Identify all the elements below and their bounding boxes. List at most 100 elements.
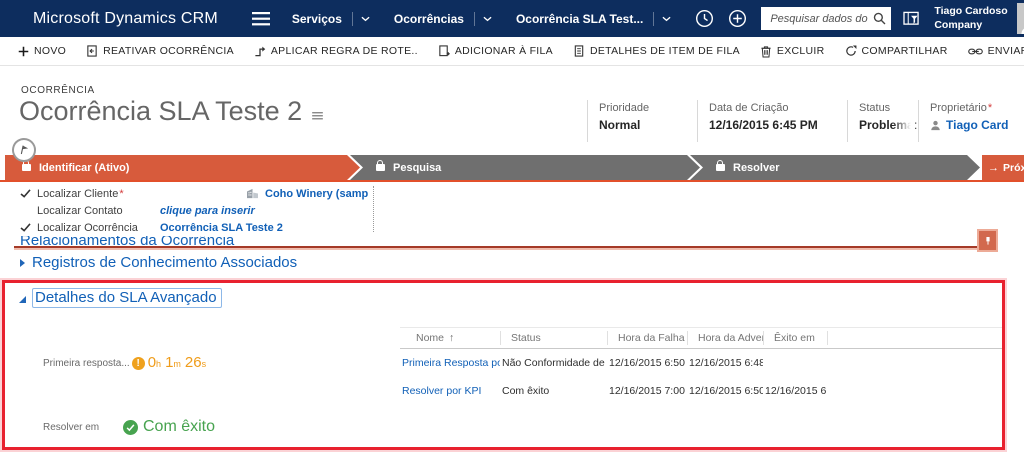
lock-icon — [376, 164, 385, 171]
header-summary-fields: Prioridade Normal Data de Criação 12/16/… — [587, 100, 1024, 142]
grid-row-primeira-resposta[interactable]: Primeira Resposta por KPI Não Conformida… — [400, 349, 1002, 377]
brand-logo[interactable]: Microsoft Dynamics CRM — [33, 10, 218, 28]
field-label: Data de Criação — [709, 102, 789, 114]
field-value[interactable]: Normal — [599, 118, 697, 132]
bpf-stage-pesquisa[interactable]: Pesquisa — [350, 155, 700, 180]
field-value[interactable]: 12/16/2015 6:45 PM — [709, 118, 847, 132]
kpi-link[interactable]: Primeira Resposta por KPI — [400, 357, 500, 369]
record-set-navigator-icon[interactable] — [312, 111, 324, 120]
cmd-reativar-ocorrencia[interactable]: REATIVAR OCORRÊNCIA — [86, 45, 234, 57]
user-menu[interactable]: Tiago Cardoso Company — [934, 5, 1007, 32]
field-value[interactable]: Problema Resolv : — [859, 118, 918, 132]
breadcrumb-nav: Serviços Ocorrências Ocorrência SLA Test… — [292, 11, 695, 26]
cmd-label: ADICIONAR À FILA — [454, 45, 553, 57]
next-stage-button[interactable]: → Próximo — [982, 155, 1024, 180]
search-input[interactable] — [768, 11, 874, 26]
global-search-box[interactable] — [761, 7, 892, 30]
chevron-down-icon[interactable] — [361, 16, 370, 22]
cmd-aplicar-regra-roteamento[interactable]: APLICAR REGRA DE ROTE.. — [254, 45, 418, 57]
header-field-proprietario: Proprietário* Tiago Card — [918, 100, 1024, 142]
lock-icon — [716, 164, 725, 171]
bpf-field-value-placeholder[interactable]: clique para inserir — [160, 205, 255, 217]
bpf-field-value-link[interactable]: Ocorrência SLA Teste 2 — [160, 222, 283, 234]
column-header-nome[interactable]: Nome ↑ — [400, 331, 500, 345]
reactivate-icon — [86, 45, 98, 57]
panel-pin-handle[interactable] — [977, 229, 998, 252]
truncation-marker: : — [914, 118, 918, 132]
topnav-item-servicos[interactable]: Serviços — [292, 11, 370, 26]
next-stage-label: Próximo — [1003, 161, 1024, 174]
cmd-excluir[interactable]: EXCLUIR — [760, 45, 825, 58]
required-asterisk: * — [987, 102, 993, 114]
sla-first-response-field: Primeira resposta... ! 0h 1m 26s — [43, 354, 210, 372]
advanced-find-icon[interactable] — [903, 11, 920, 26]
bpf-field-value-lookup[interactable]: Coho Winery (samp — [246, 188, 368, 200]
avatar[interactable] — [1016, 3, 1024, 34]
dotted-divider — [373, 186, 374, 232]
lookup-link[interactable]: Coho Winery (samp — [265, 188, 368, 200]
cell-status: Não Conformidade de Pr... — [502, 357, 607, 369]
cell-hora-advertencia: 12/16/2015 6:48 PM — [689, 357, 763, 369]
sla-timer-value: 0h 1m 26s — [148, 354, 210, 372]
chevron-down-icon[interactable] — [662, 16, 671, 22]
cmd-novo[interactable]: NOVO — [18, 45, 66, 57]
user-name: Tiago Cardoso — [934, 4, 1008, 17]
stage-label: Resolver — [733, 161, 780, 174]
quick-create-plus-icon[interactable] — [728, 9, 747, 28]
account-icon — [246, 188, 259, 199]
cmd-compartilhar[interactable]: COMPARTILHAR — [845, 45, 948, 57]
search-icon[interactable] — [873, 12, 886, 25]
cmd-label: DETALHES DE ITEM DE FILA — [589, 45, 740, 57]
routing-arrow-icon — [254, 45, 266, 57]
pin-icon — [984, 236, 992, 246]
chevron-down-icon[interactable] — [483, 16, 492, 22]
cmd-adicionar-a-fila[interactable]: ADICIONAR À FILA — [438, 45, 553, 57]
sla-resolve-field: Resolver em Com êxito — [43, 418, 215, 436]
header-field-data-criacao: Data de Criação 12/16/2015 6:45 PM — [697, 100, 847, 142]
topnav-item-ocorrencias[interactable]: Ocorrências — [393, 11, 492, 26]
chevron-expanded-icon — [19, 296, 26, 303]
cell-status: Com êxito — [502, 385, 550, 397]
column-header-hora-falha[interactable]: Hora da Falha — [607, 331, 687, 345]
grid-header-row: Nome ↑ Status Hora da Falha Hora da Adver… — [400, 327, 1002, 349]
column-header-hora-advertencia[interactable]: Hora da Advertênc... — [687, 331, 763, 345]
column-header-exito-em[interactable]: Êxito em — [763, 331, 827, 345]
topnav-label: Ocorrência SLA Test... — [515, 11, 644, 26]
warning-icon: ! — [131, 356, 145, 370]
plus-icon — [18, 46, 29, 57]
required-asterisk: * — [119, 187, 124, 200]
business-process-flow: Identificar (Ativo) Pesquisa Resolver — [5, 155, 980, 180]
hamburger-menu-icon[interactable] — [251, 11, 270, 26]
sla-resolve-value: Com êxito — [143, 418, 216, 435]
cmd-label: ENVIAR UM LINK POR EM... — [987, 45, 1024, 57]
timer-unit: m — [173, 359, 181, 369]
cmd-detalhes-item-fila[interactable]: DETALHES DE ITEM DE FILA — [573, 45, 740, 57]
topnav-item-record[interactable]: Ocorrência SLA Test... — [515, 11, 671, 26]
section-registros-conhecimento[interactable]: Registros de Conhecimento Associados — [20, 254, 297, 271]
bpf-stage-resolver[interactable]: Resolver — [690, 155, 980, 180]
cmd-label: APLICAR REGRA DE ROTE.. — [270, 45, 418, 57]
grid-row-resolver[interactable]: Resolver por KPI Com êxito 12/16/2015 7:… — [400, 377, 1002, 405]
stage-label: Identificar (Ativo) — [39, 161, 130, 174]
section-detalhes-sla[interactable]: Detalhes do SLA Avançado — [19, 288, 222, 308]
cmd-enviar-link-email[interactable]: ENVIAR UM LINK POR EM... — [967, 45, 1024, 57]
column-label: Nome — [416, 332, 445, 344]
bpf-stage-identificar[interactable]: Identificar (Ativo) — [5, 155, 360, 180]
column-header-status[interactable]: Status — [500, 331, 607, 345]
sla-field-label: Primeira resposta... — [43, 357, 130, 369]
record-title-row: Ocorrência SLA Teste 2 — [19, 96, 324, 127]
field-label: Proprietário* — [930, 102, 1024, 114]
cmd-label: REATIVAR OCORRÊNCIA — [103, 45, 234, 57]
topbar-right-cluster: Tiago Cardoso Company ⚙ ? — [695, 3, 1024, 34]
lock-icon — [22, 164, 31, 171]
topnav-label: Ocorrências — [393, 11, 464, 26]
timer-unit: s — [201, 359, 207, 369]
page-title: Ocorrência SLA Teste 2 — [19, 96, 303, 126]
cell-hora-falha: 12/16/2015 7:00 PM — [609, 385, 687, 397]
recently-viewed-clock-icon[interactable] — [695, 9, 714, 28]
kpi-link[interactable]: Resolver por KPI — [400, 385, 500, 397]
stage-label: Pesquisa — [393, 161, 442, 174]
cell-hora-falha: 12/16/2015 6:50 PM — [609, 357, 687, 369]
owner-link[interactable]: Tiago Card — [946, 118, 1008, 132]
add-to-queue-icon — [438, 45, 450, 57]
